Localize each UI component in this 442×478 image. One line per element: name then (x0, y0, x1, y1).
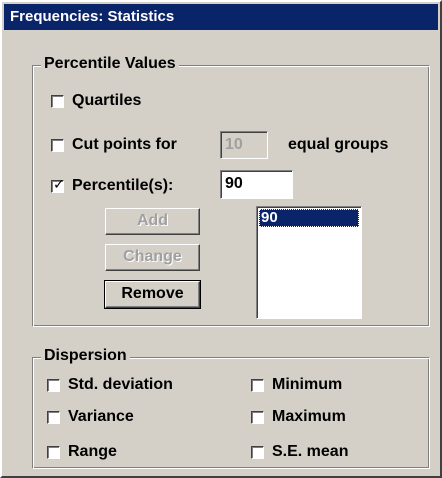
std-deviation-label: Std. deviation (68, 376, 173, 393)
equal-groups-label: equal groups (288, 136, 389, 153)
maximum-label: Maximum (272, 408, 346, 425)
minimum-checkbox[interactable]: Minimum (251, 376, 342, 394)
se-mean-checkbox-box[interactable] (251, 445, 264, 459)
equal-groups-label-row: equal groups (288, 136, 388, 154)
maximum-checkbox-box[interactable] (251, 410, 264, 424)
add-button[interactable]: Add (105, 208, 200, 235)
variance-checkbox[interactable]: Variance (47, 408, 134, 426)
percentiles-checkbox[interactable]: ✓ Percentile(s): (51, 177, 173, 195)
frequencies-statistics-dialog: Frequencies: Statistics Percentile Value… (0, 0, 442, 478)
range-checkbox[interactable]: Range (47, 443, 117, 461)
dispersion-title: Dispersion (41, 347, 130, 365)
percentiles-label: Percentile(s): (72, 177, 174, 194)
minimum-label: Minimum (272, 376, 343, 393)
std-deviation-checkbox[interactable]: Std. deviation (47, 376, 173, 394)
cut-points-label: Cut points for (72, 136, 177, 153)
remove-button[interactable]: Remove (104, 280, 201, 309)
range-label: Range (68, 443, 117, 460)
minimum-checkbox-box[interactable] (251, 378, 264, 392)
cut-points-checkbox[interactable]: Cut points for (51, 136, 177, 154)
quartiles-checkbox[interactable]: Quartiles (51, 92, 141, 110)
change-button[interactable]: Change (105, 244, 200, 271)
list-item[interactable]: 90 (259, 209, 359, 227)
cut-points-checkbox-box[interactable] (51, 138, 64, 152)
range-checkbox-box[interactable] (47, 445, 60, 459)
check-mark-icon: ✓ (53, 176, 65, 193)
se-mean-label: S.E. mean (272, 443, 349, 460)
percentile-values-title: Percentile Values (41, 55, 179, 73)
window-title: Frequencies: Statistics (4, 4, 438, 30)
se-mean-checkbox[interactable]: S.E. mean (251, 443, 348, 461)
std-deviation-checkbox-box[interactable] (47, 378, 60, 392)
variance-label: Variance (68, 408, 134, 425)
percentiles-listbox[interactable]: 90 (256, 206, 362, 319)
variance-checkbox-box[interactable] (47, 410, 60, 424)
quartiles-checkbox-box[interactable] (51, 94, 64, 108)
percentile-value-input[interactable]: 90 (220, 170, 293, 199)
maximum-checkbox[interactable]: Maximum (251, 408, 346, 426)
quartiles-label: Quartiles (72, 92, 142, 109)
percentiles-checkbox-box[interactable]: ✓ (51, 176, 65, 193)
cut-points-groups-input[interactable]: 10 (220, 131, 268, 159)
